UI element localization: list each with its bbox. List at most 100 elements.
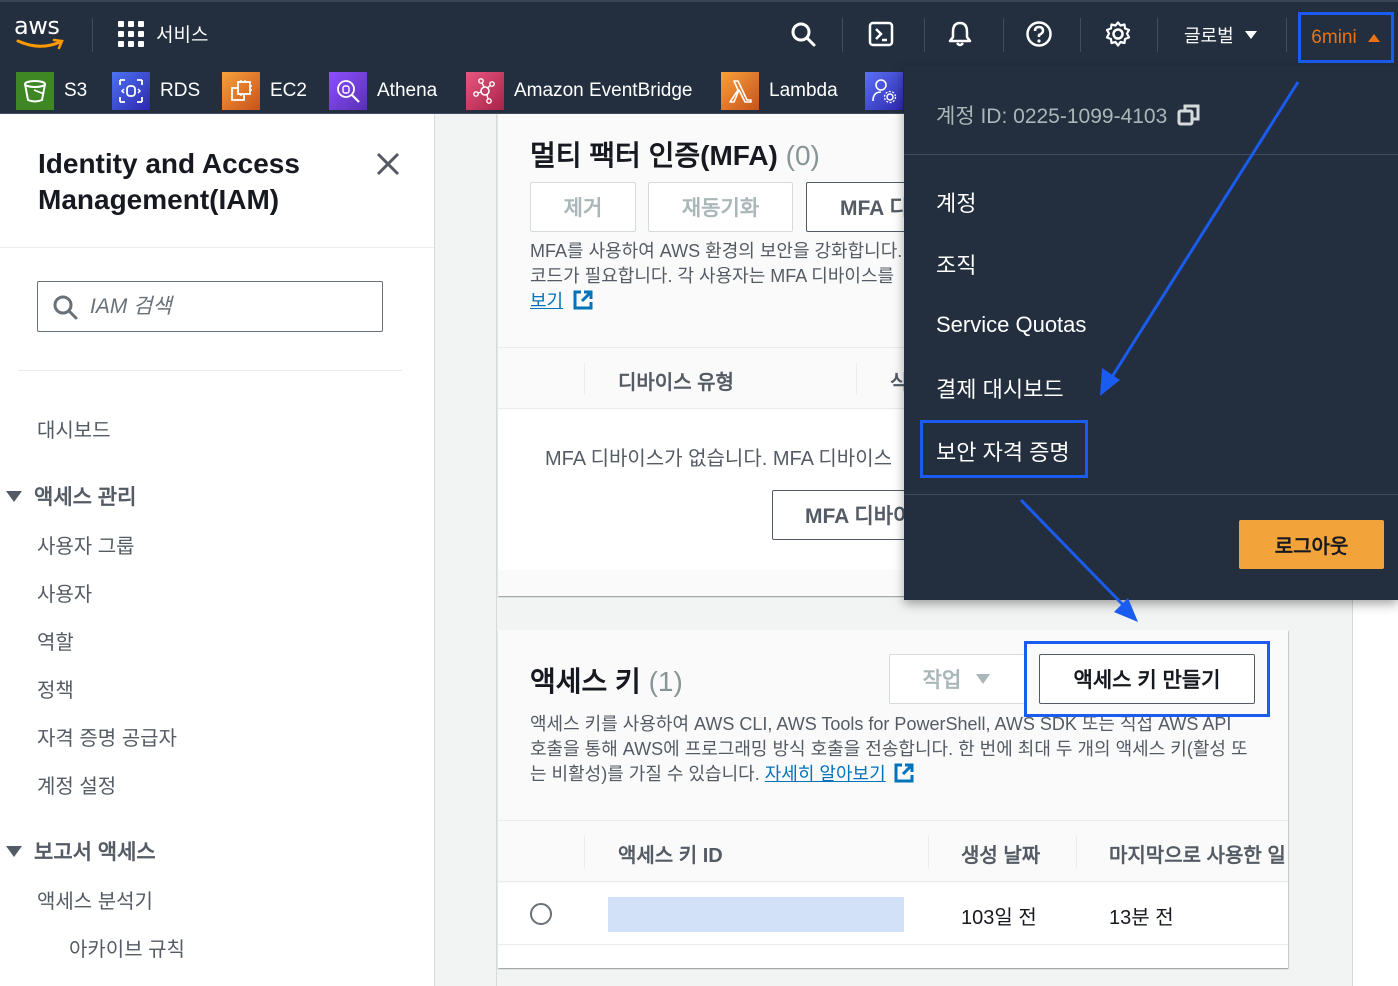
mfa-empty-state: MFA 디바이스가 없습니다. MFA 디바이스 MFA 디바이스 할당	[498, 410, 932, 570]
divider	[904, 494, 1398, 495]
favorite-s3[interactable]: S3	[16, 72, 87, 110]
divider	[1286, 18, 1287, 52]
sidebar-item-user-groups[interactable]: 사용자 그룹	[37, 530, 135, 559]
menu-item-organization[interactable]: 조직	[936, 248, 976, 280]
favorite-ec2[interactable]: EC2	[222, 72, 307, 110]
column-header-access-key-id[interactable]: 액세스 키 ID	[618, 839, 723, 868]
expand-triangle-icon	[6, 845, 22, 857]
close-icon	[376, 152, 400, 176]
divider	[18, 370, 402, 371]
content-gutter	[435, 114, 497, 986]
aws-logo-text: aws	[14, 12, 60, 40]
external-link-icon	[894, 763, 914, 783]
access-keys-learn-more-link[interactable]: 자세히 알아보기	[765, 764, 886, 784]
column-divider	[584, 363, 585, 395]
sidebar-title: Identity and Access Management(IAM)	[38, 148, 300, 215]
cloudshell-icon[interactable]	[865, 18, 897, 50]
favorite-label: Athena	[377, 80, 438, 101]
mfa-empty-text: MFA 디바이스가 없습니다. MFA 디바이스	[545, 448, 893, 470]
table-footer	[498, 946, 1288, 968]
account-menu-button[interactable]: 6mini	[1298, 12, 1394, 63]
favorite-label: RDS	[160, 80, 201, 101]
row-select-radio[interactable]	[530, 903, 552, 925]
search-icon[interactable]	[787, 18, 819, 50]
mfa-count: (0)	[785, 140, 820, 171]
account-dropdown-menu: 계정 ID: 0225-1099-4103 계정 조직 Service Quot…	[904, 66, 1398, 600]
sidebar-section-access-reports[interactable]: 보고서 액세스	[6, 836, 156, 866]
divider	[904, 154, 1398, 155]
section-label: 액세스 관리	[34, 486, 137, 509]
divider	[92, 18, 93, 52]
sidebar-item-users[interactable]: 사용자	[37, 578, 92, 607]
iam-search-input[interactable]	[90, 294, 350, 319]
favorite-iam[interactable]	[865, 72, 903, 110]
section-label: 보고서 액세스	[34, 841, 156, 864]
services-menu-button[interactable]: 서비스	[118, 20, 208, 47]
mfa-description: MFA를 사용하여 AWS 환경의 보안을 강화합니다. 코드가 필요합니다. …	[530, 241, 903, 311]
right-side-panel	[1352, 600, 1398, 986]
column-divider	[584, 836, 585, 868]
external-link-icon	[573, 290, 593, 310]
mfa-table-header: 디바이스 유형 식별자	[498, 347, 908, 409]
favorite-athena[interactable]: Athena	[329, 72, 437, 110]
favorite-rds[interactable]: RDS	[112, 72, 200, 110]
access-keys-description: 액세스 키를 사용하여 AWS CLI, AWS Tools for Power…	[530, 714, 1248, 784]
remove-mfa-button[interactable]: 제거	[530, 182, 636, 232]
iam-search-field[interactable]	[37, 281, 383, 332]
favorite-lambda[interactable]: Lambda	[721, 72, 838, 110]
sidebar-item-roles[interactable]: 역할	[37, 626, 74, 655]
notifications-bell-icon[interactable]	[944, 18, 976, 50]
column-header-created[interactable]: 생성 날짜	[961, 839, 1040, 868]
sidebar-navigation: Identity and Access Management(IAM) 대시보드…	[0, 114, 435, 986]
region-selector[interactable]: 글로벌	[1184, 22, 1258, 48]
ec2-chip-icon	[222, 72, 260, 110]
annotation-highlight-create-key	[1024, 641, 1270, 717]
mfa-learn-more-link[interactable]: 보기	[530, 291, 563, 311]
sidebar-item-archive-rules[interactable]: 아카이브 규칙	[69, 933, 185, 962]
account-id: 계정 ID: 0225-1099-4103	[936, 105, 1168, 128]
sidebar-item-dashboard[interactable]: 대시보드	[37, 414, 111, 443]
s3-bucket-icon	[16, 72, 54, 110]
aws-smile-icon	[16, 38, 64, 50]
column-header-last-used[interactable]: 마지막으로 사용한 일	[1109, 839, 1288, 868]
caret-up-icon	[1367, 33, 1380, 42]
account-name: 6mini	[1311, 26, 1357, 48]
mfa-card-title: 멀티 팩터 인증(MFA) (0)	[530, 140, 820, 171]
favorite-label: EC2	[270, 80, 307, 101]
help-icon[interactable]	[1023, 18, 1055, 50]
grid-menu-icon	[118, 20, 144, 47]
divider	[1003, 18, 1004, 52]
column-header-device-type[interactable]: 디바이스 유형	[618, 366, 734, 395]
access-keys-table-header: 액세스 키 ID 생성 날짜 마지막으로 사용한 일	[498, 820, 1288, 882]
services-label: 서비스	[156, 25, 209, 46]
close-sidebar-button[interactable]	[372, 148, 404, 180]
annotation-arrowhead-2	[1114, 598, 1138, 622]
copy-icon[interactable]	[1177, 103, 1201, 127]
table-row: 103일 전 13분 전	[498, 883, 1288, 945]
access-keys-title: 액세스 키 (1)	[530, 666, 683, 697]
caret-down-icon	[1244, 31, 1257, 39]
sidebar-section-access-management[interactable]: 액세스 관리	[6, 481, 136, 511]
resync-mfa-button[interactable]: 재동기화	[648, 182, 793, 232]
menu-item-service-quotas[interactable]: Service Quotas	[936, 312, 1086, 338]
menu-item-account[interactable]: 계정	[936, 186, 976, 218]
divider	[1157, 18, 1158, 52]
sidebar-item-identity-providers[interactable]: 자격 증명 공급자	[37, 722, 177, 751]
athena-search-icon	[329, 72, 367, 110]
settings-gear-icon[interactable]	[1102, 18, 1134, 50]
divider	[842, 18, 843, 52]
iam-user-settings-icon	[865, 72, 903, 110]
account-id-row: 계정 ID: 0225-1099-4103	[936, 100, 1201, 130]
sidebar-item-policies[interactable]: 정책	[37, 674, 74, 703]
logout-button[interactable]: 로그아웃	[1239, 520, 1384, 569]
favorite-eventbridge[interactable]: Amazon EventBridge	[466, 72, 693, 110]
sidebar-item-access-analyzer[interactable]: 액세스 분석기	[37, 885, 153, 914]
expand-triangle-icon	[6, 490, 22, 502]
sidebar-item-account-settings[interactable]: 계정 설정	[37, 770, 116, 799]
mfa-card: 멀티 팩터 인증(MFA) (0) 제거 재동기화 MFA 디바이스 할당 MF…	[498, 114, 1006, 596]
aws-logo[interactable]: aws	[14, 14, 66, 54]
favorite-label: Lambda	[769, 80, 838, 101]
menu-item-billing-dashboard[interactable]: 결제 대시보드	[936, 372, 1064, 404]
actions-dropdown-button[interactable]: 작업	[889, 654, 1025, 704]
favorite-label: Amazon EventBridge	[514, 80, 693, 101]
